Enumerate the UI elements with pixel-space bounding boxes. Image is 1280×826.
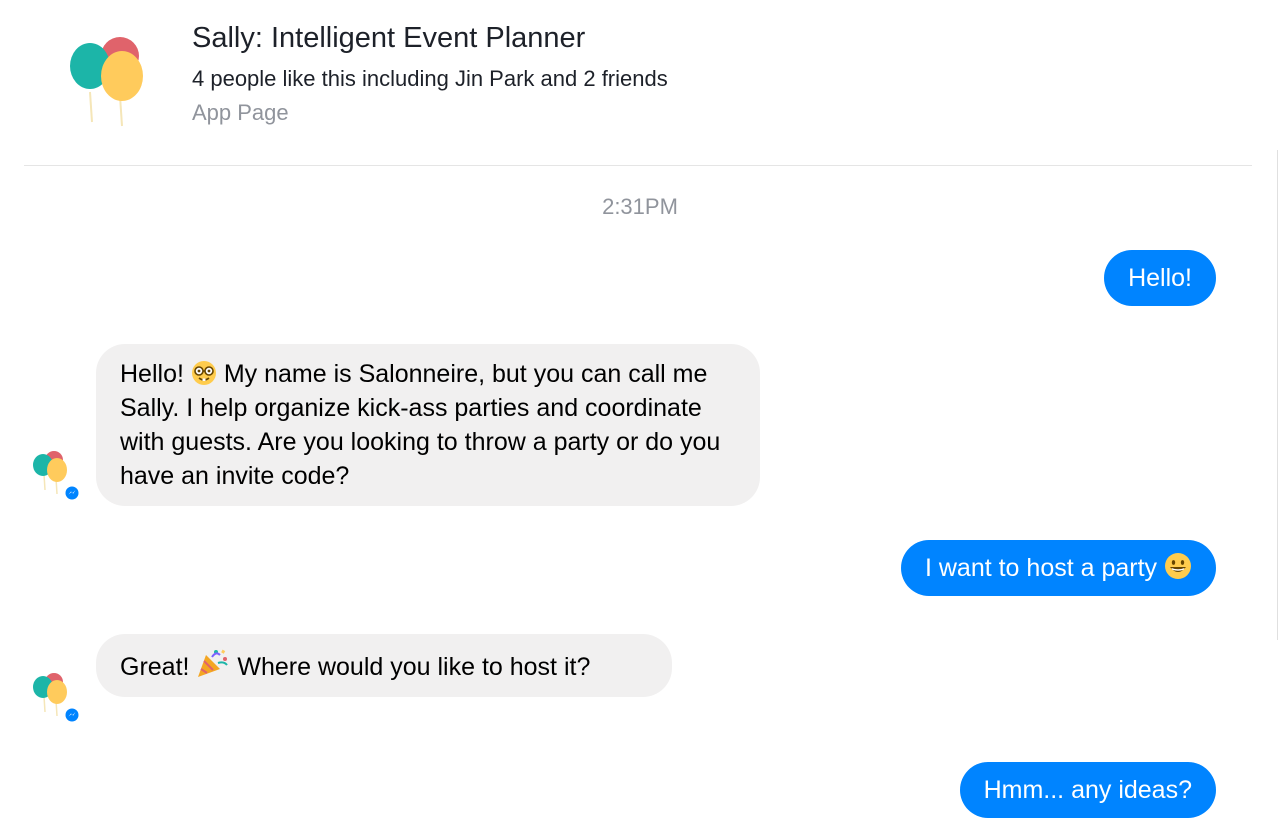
- header-divider: [24, 165, 1252, 166]
- message-text: Hello!: [1128, 264, 1192, 292]
- message-text-start: Great!: [120, 653, 190, 681]
- outgoing-message[interactable]: Hmm... any ideas?: [959, 762, 1216, 818]
- message-timestamp: 2:31PM: [602, 194, 678, 219]
- message-text: Hmm... any ideas?: [983, 776, 1192, 804]
- outgoing-message[interactable]: I want to host a party: [900, 540, 1216, 596]
- chat-header: Sally: Intelligent Event Planner 4 peopl…: [0, 0, 1280, 166]
- grinning-face-emoji-icon: [1165, 553, 1191, 579]
- bot-avatar-icon[interactable]: [32, 450, 80, 502]
- likes-summary: 4 people like this including Jin Park an…: [192, 66, 668, 91]
- scrollbar[interactable]: [1277, 150, 1278, 640]
- nerd-face-emoji-icon: [191, 361, 216, 385]
- incoming-message[interactable]: Hello! My name is Salonneire, but you ca…: [96, 344, 760, 506]
- page-title[interactable]: Sally: Intelligent Event Planner: [192, 22, 585, 55]
- balloons-logo-icon[interactable]: [68, 36, 148, 130]
- message-text-start: Hello!: [120, 360, 184, 388]
- incoming-message[interactable]: Great! Where would you like to host it?: [96, 634, 672, 697]
- message-text-rest: Where would you like to host it?: [237, 653, 591, 681]
- bot-avatar-icon[interactable]: [32, 672, 80, 724]
- party-popper-emoji-icon: [198, 649, 229, 677]
- page-type-label: App Page: [192, 100, 289, 125]
- outgoing-message[interactable]: Hello!: [1104, 250, 1216, 306]
- message-text: I want to host a party: [924, 554, 1158, 582]
